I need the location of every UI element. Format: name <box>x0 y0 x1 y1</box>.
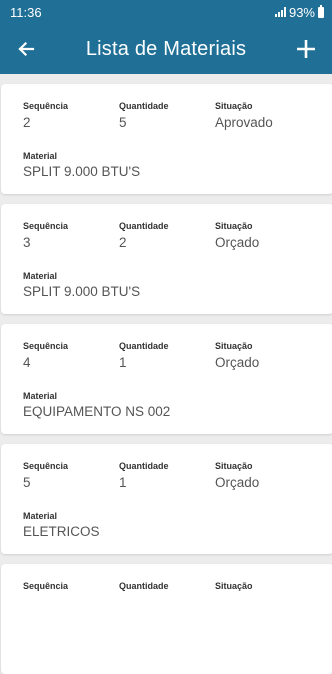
material-card[interactable]: Sequência Quantidade Situação 2 5 Aprova… <box>1 84 332 194</box>
situacao-label: Situação <box>215 581 253 591</box>
situacao-label: Situação <box>215 101 253 111</box>
material-card[interactable]: Sequência Quantidade Situação 5 1 Orçado… <box>1 444 332 554</box>
material-card[interactable]: Sequência Quantidade Situação 4 1 Orçado… <box>1 324 332 434</box>
sequencia-label: Sequência <box>23 221 69 231</box>
material-value: SPLIT 9.000 BTU'S <box>23 164 141 179</box>
battery-icon <box>318 4 324 18</box>
situacao-label: Situação <box>215 341 253 351</box>
status-time: 11:36 <box>10 4 42 20</box>
battery-percent: 93% <box>288 4 315 20</box>
material-value: EQUIPAMENTO NS 002 <box>23 404 171 419</box>
page-title: Lista de Materiais <box>85 37 247 60</box>
quantidade-label: Quantidade <box>119 101 169 111</box>
sequencia-value: 4 <box>23 355 31 370</box>
status-icons: 93% <box>274 4 324 20</box>
quantidade-label: Quantidade <box>119 581 169 591</box>
plus-icon <box>297 40 315 58</box>
quantidade-value: 5 <box>119 115 127 130</box>
quantidade-value: 2 <box>119 235 127 250</box>
sequencia-label: Sequência <box>23 341 69 351</box>
sequencia-value: 3 <box>23 235 31 250</box>
material-value: SPLIT 9.000 BTU'S <box>23 284 141 299</box>
situacao-label: Situação <box>215 461 253 471</box>
material-card[interactable]: Sequência Quantidade Situação <box>1 564 332 674</box>
quantidade-label: Quantidade <box>119 221 169 231</box>
sequencia-label: Sequência <box>23 461 69 471</box>
quantidade-value: 1 <box>119 355 127 370</box>
material-label: Material <box>23 151 58 161</box>
status-bar: 11:36 93% <box>0 0 332 24</box>
quantidade-label: Quantidade <box>119 461 169 471</box>
material-label: Material <box>23 511 58 521</box>
material-card[interactable]: Sequência Quantidade Situação 3 2 Orçado… <box>1 204 332 314</box>
material-label: Material <box>23 271 58 281</box>
situacao-value: Orçado <box>215 475 260 490</box>
situacao-label: Situação <box>215 221 253 231</box>
material-label: Material <box>23 391 58 401</box>
material-value: ELETRICOS <box>23 524 100 539</box>
quantidade-value: 1 <box>119 475 127 490</box>
arrow-left-icon <box>18 41 35 57</box>
signal-icon <box>274 7 286 17</box>
quantidade-label: Quantidade <box>119 341 169 351</box>
sequencia-label: Sequência <box>23 101 69 111</box>
situacao-value: Orçado <box>215 235 260 250</box>
app-bar: Lista de Materiais <box>0 24 332 74</box>
add-material-button[interactable] <box>280 24 332 74</box>
situacao-value: Aprovado <box>215 115 273 130</box>
back-button[interactable] <box>0 24 52 74</box>
sequencia-value: 5 <box>23 475 31 490</box>
sequencia-value: 2 <box>23 115 31 130</box>
sequencia-label: Sequência <box>23 581 69 591</box>
situacao-value: Orçado <box>215 355 260 370</box>
